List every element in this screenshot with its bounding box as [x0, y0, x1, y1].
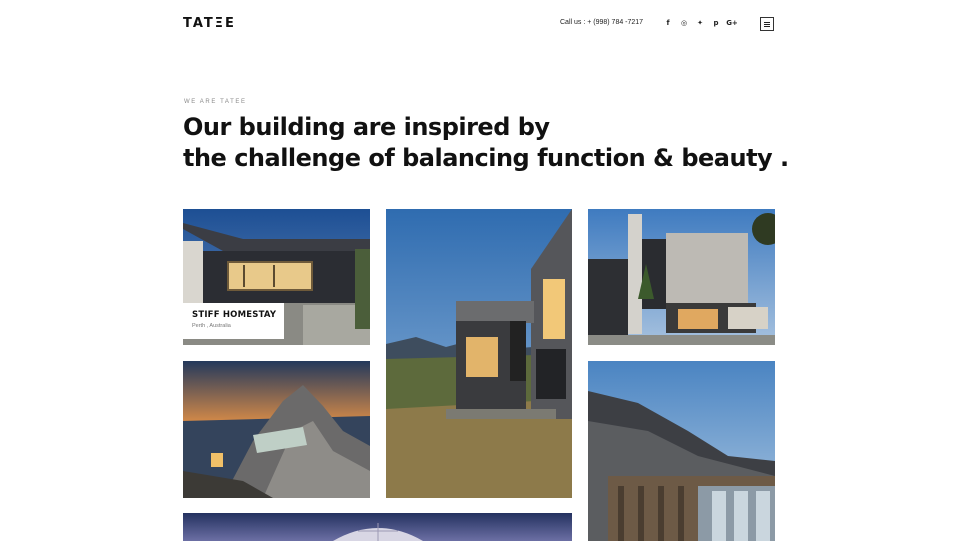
pinterest-icon[interactable]: p — [710, 17, 722, 29]
call-us-phone[interactable]: Call us : + (998) 784 -7217 — [560, 19, 643, 26]
project-image-hillside-house[interactable] — [386, 209, 572, 498]
project-image-cube-house[interactable] — [588, 209, 775, 345]
project-location: Perth , Australia — [192, 323, 231, 329]
social-links: f ◎ ✦ p G+ — [662, 17, 738, 29]
headline-line-2: the challenge of balancing function & be… — [183, 144, 789, 172]
project-image-cliff-house[interactable] — [183, 361, 370, 498]
project-title[interactable]: STIFF HOMESTAY — [192, 310, 284, 320]
page-headline: Our building are inspired by the challen… — [183, 112, 789, 174]
project-caption: STIFF HOMESTAY Perth , Australia — [183, 303, 284, 339]
hamburger-menu-icon[interactable] — [760, 17, 774, 31]
headline-line-1: Our building are inspired by — [183, 113, 550, 141]
section-eyebrow: WE ARE TATEE — [184, 99, 247, 105]
google-plus-icon[interactable]: G+ — [726, 17, 738, 29]
site-logo[interactable]: TATΞE — [183, 16, 236, 31]
site-header: TATΞE Call us : + (998) 784 -7217 f ◎ ✦ … — [0, 0, 960, 50]
facebook-icon[interactable]: f — [662, 17, 674, 29]
twitter-icon[interactable]: ✦ — [694, 17, 706, 29]
project-image-mountain-house[interactable] — [588, 361, 775, 541]
instagram-icon[interactable]: ◎ — [678, 17, 690, 29]
project-image-dome[interactable] — [183, 513, 572, 541]
